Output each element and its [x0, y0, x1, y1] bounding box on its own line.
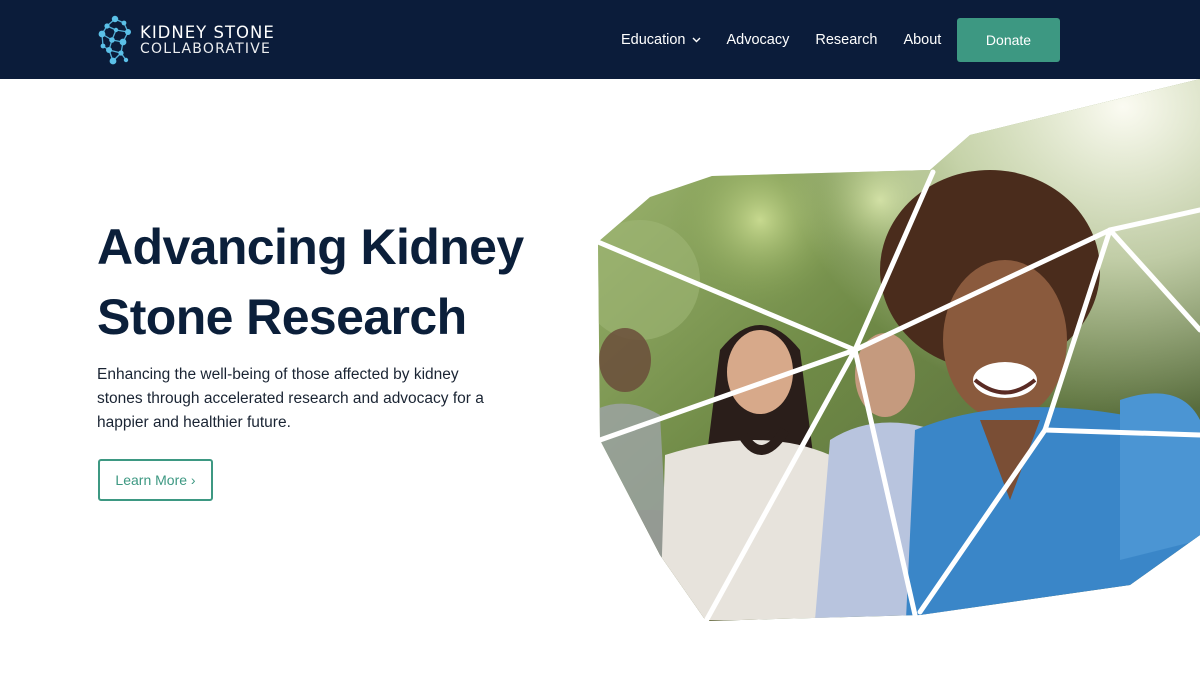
main-nav: Education Advocacy Research About: [621, 0, 941, 79]
hero-photo-people-laughing: [595, 79, 1200, 624]
nav-item-label: Education: [621, 31, 686, 48]
logo-line1: KIDNEY STONE: [140, 22, 275, 42]
nav-item-research[interactable]: Research: [815, 32, 877, 48]
hero-subtitle: Enhancing the well-being of those affect…: [97, 366, 484, 431]
hero-title-line1: Advancing Kidney: [97, 219, 524, 275]
page: KIDNEY STONE COLLABORATIVE Education Adv…: [0, 0, 1200, 675]
nav-item-advocacy[interactable]: Advocacy: [727, 32, 790, 48]
nav-item-about[interactable]: About: [903, 32, 941, 48]
nav-item-label: Advocacy: [726, 31, 790, 48]
logo-line2: COLLABORATIVE: [140, 40, 272, 57]
nav-item-label: Research: [815, 31, 878, 48]
hero-title-line2: Stone Research: [97, 289, 467, 345]
learn-more-button[interactable]: Learn More ›: [98, 459, 213, 501]
logo[interactable]: KIDNEY STONE COLLABORATIVE: [97, 14, 275, 66]
logo-text: KIDNEY STONE COLLABORATIVE: [140, 24, 275, 57]
donate-button[interactable]: Donate: [957, 18, 1060, 62]
chevron-down-icon: [692, 37, 700, 42]
site-header: KIDNEY STONE COLLABORATIVE Education Adv…: [0, 0, 1200, 79]
molecule-network-icon: [98, 15, 131, 65]
nav-item-education[interactable]: Education: [621, 32, 701, 48]
hero-title: Advancing Kidney Stone Research: [97, 212, 597, 352]
nav-item-label: About: [903, 31, 942, 48]
